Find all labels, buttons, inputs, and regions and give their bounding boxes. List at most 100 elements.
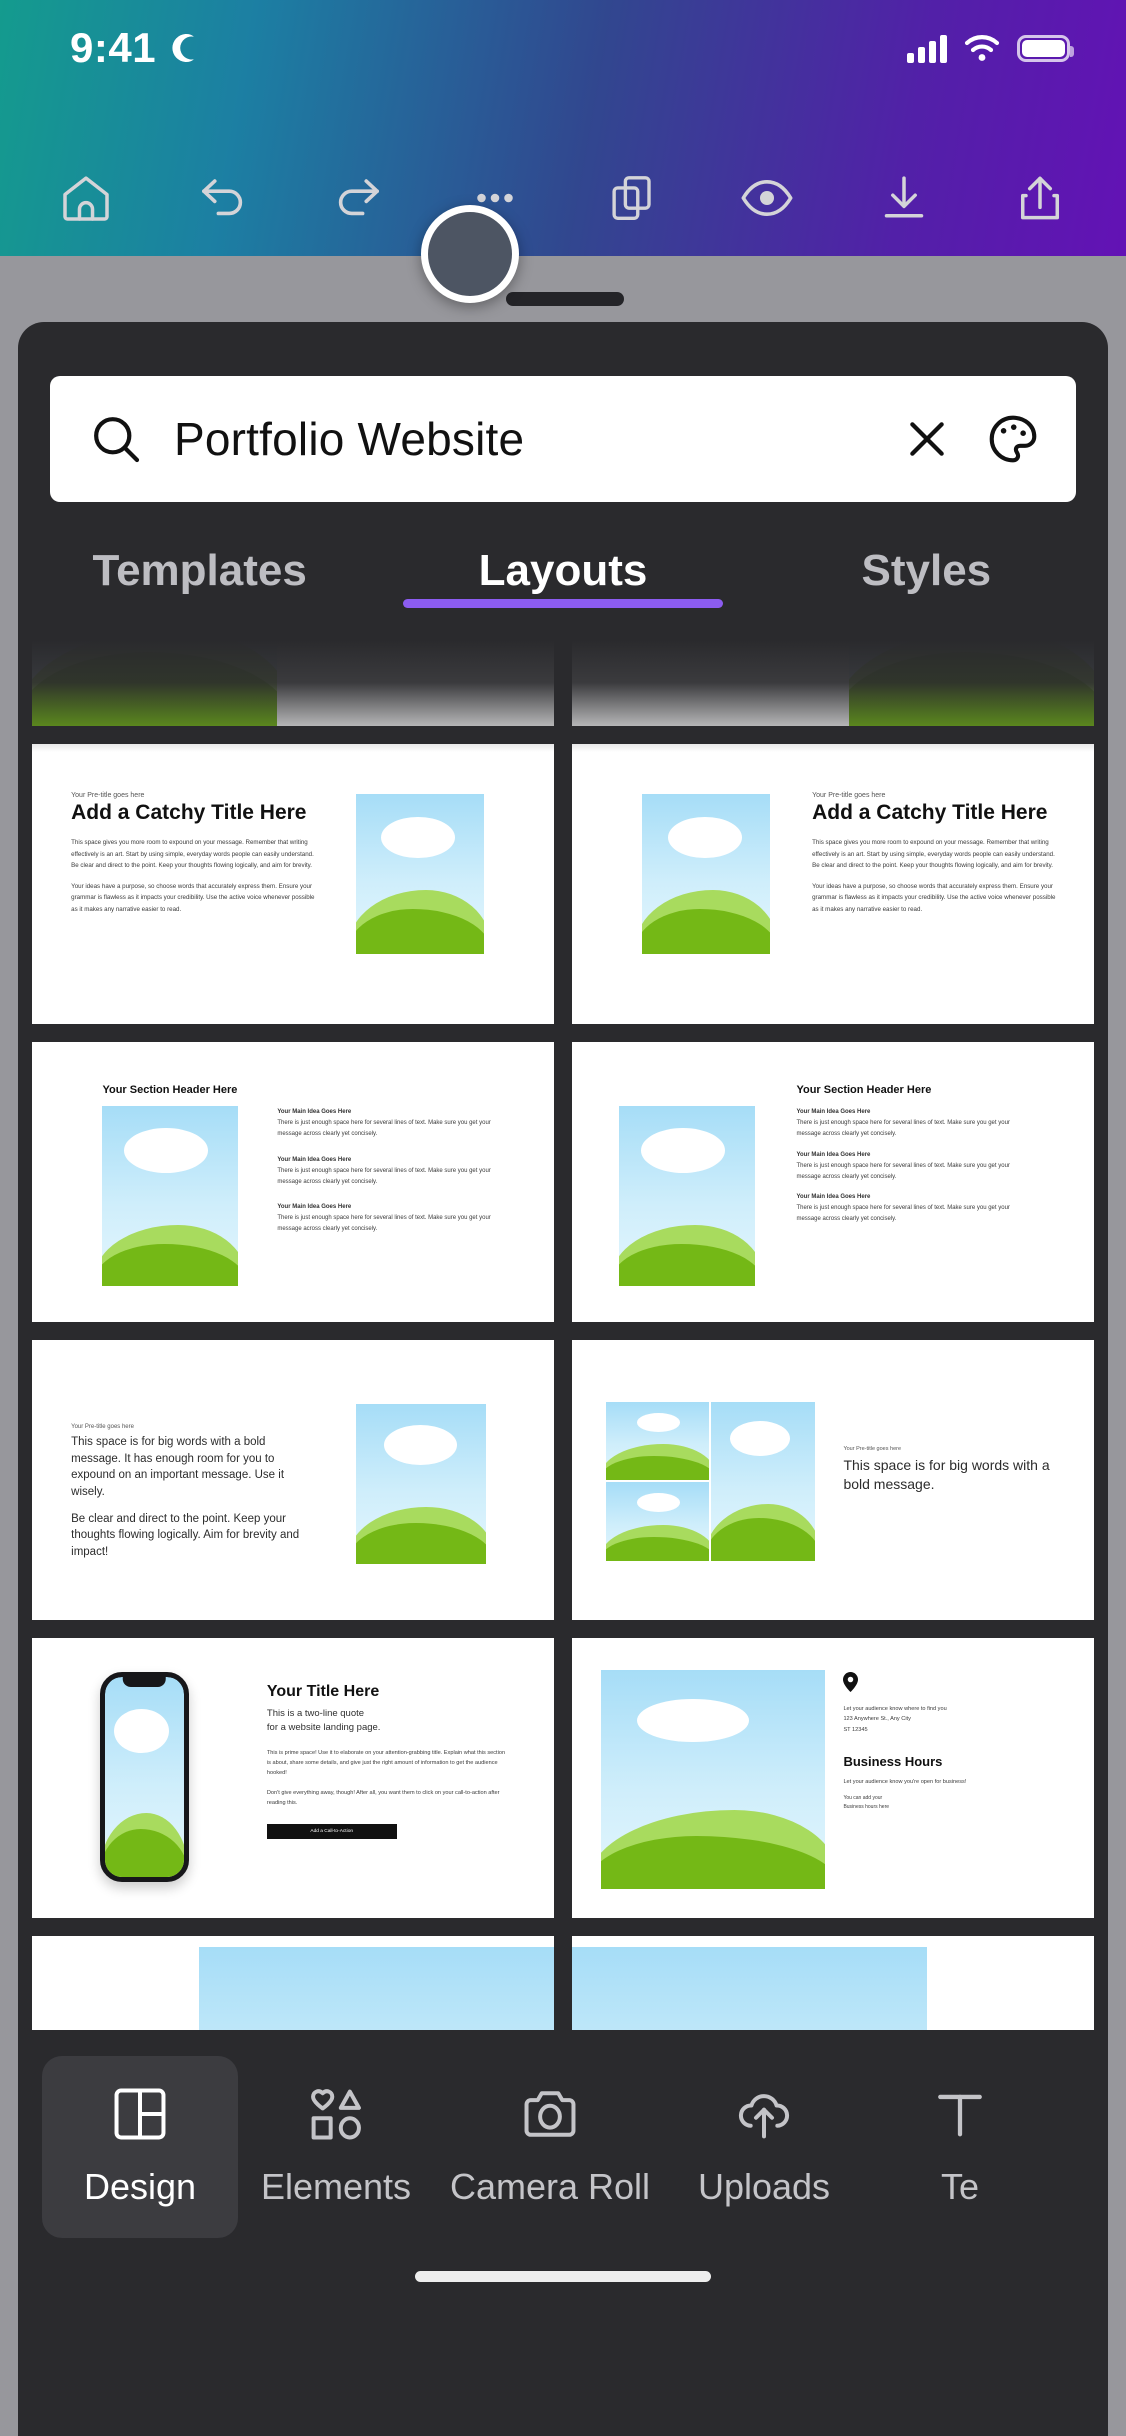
template-title: Your Title Here — [266, 1682, 380, 1700]
layouts-grid-scroll[interactable]: Short Caption Details go here Short Capt… — [18, 640, 1108, 2030]
tab-templates-label: Templates — [92, 546, 307, 595]
touch-cursor-indicator — [421, 205, 519, 303]
nav-item-elements[interactable]: Elements — [238, 2056, 434, 2238]
editor-toolbar — [0, 150, 1126, 246]
template-quote-line: This is a two-line quote — [266, 1708, 365, 1720]
crescent-moon-icon — [169, 33, 199, 63]
nav-item-text-label: Te — [940, 2166, 980, 2207]
template-title: This space is for big words with a bold … — [843, 1457, 1050, 1492]
status-bar-right — [907, 33, 1074, 63]
cellular-signal-icon — [907, 33, 947, 63]
design-panel: Portfolio Website Templates Layouts Styl… — [18, 322, 1108, 2436]
template-subhead: Your Main Idea Goes Here — [277, 1156, 352, 1163]
share-button[interactable] — [996, 154, 1084, 242]
template-header: Your Section Header Here — [102, 1084, 238, 1096]
template-card[interactable]: Your Pre-title goes here This space is f… — [572, 1340, 1094, 1620]
search-icon — [88, 411, 144, 467]
template-paragraph: This is prime space! Use it to elaborate… — [266, 1749, 506, 1777]
template-paragraph: Don't give everything away, though! Afte… — [266, 1789, 500, 1806]
color-palette-icon — [989, 415, 1037, 463]
template-address-line: 123 Anywhere St., Any City — [843, 1716, 911, 1723]
template-quote-line: for a website landing page. — [266, 1721, 381, 1733]
tab-layouts-label: Layouts — [478, 546, 648, 595]
template-title: Add a Catchy Title Here — [812, 800, 1048, 824]
home-button[interactable] — [42, 154, 130, 242]
template-cta-button: Add a Call-to-Action — [266, 1824, 397, 1840]
template-card[interactable] — [572, 1936, 1094, 2030]
search-bar-container: Portfolio Website — [50, 376, 1076, 502]
template-paragraph: Your ideas have a purpose, so choose wor… — [71, 882, 315, 913]
download-button[interactable] — [860, 154, 948, 242]
layouts-grid: Short Caption Details go here Short Capt… — [32, 640, 1094, 2030]
template-hours-sub: Let your audience know you're open for b… — [843, 1778, 967, 1785]
tab-layouts[interactable]: Layouts — [381, 540, 744, 608]
nav-item-uploads[interactable]: Uploads — [666, 2056, 862, 2238]
template-card[interactable]: Short Caption Details go here — [32, 640, 554, 726]
wifi-icon — [964, 35, 1000, 61]
template-card[interactable]: Your Section Header Here Your Main Idea … — [572, 1042, 1094, 1322]
template-cta-label: Add a Call-to-Action — [310, 1829, 354, 1835]
close-x-icon — [910, 422, 944, 456]
eye-icon — [741, 179, 793, 217]
template-block-text: There is just enough space here for seve… — [796, 1162, 1010, 1180]
search-bar[interactable]: Portfolio Website — [50, 376, 1076, 502]
phone-notch — [122, 1676, 166, 1687]
template-card[interactable]: Let your audience know where to find you… — [572, 1638, 1094, 1918]
tab-styles-label: Styles — [861, 546, 992, 595]
template-title: Add a Catchy Title Here — [71, 800, 307, 824]
template-subhead: Your Main Idea Goes Here — [796, 1151, 871, 1158]
redo-icon — [338, 179, 379, 216]
template-paragraph: Your ideas have a purpose, so choose wor… — [812, 882, 1056, 913]
template-block-text: There is just enough space here for seve… — [277, 1215, 491, 1233]
template-subhead: Your Main Idea Goes Here — [277, 1109, 352, 1116]
tab-templates[interactable]: Templates — [18, 540, 381, 596]
template-address-line: Let your audience know where to find you — [843, 1705, 947, 1712]
template-card[interactable]: Your Pre-title goes here This space is f… — [32, 1340, 554, 1620]
location-pin-icon — [843, 1671, 859, 1692]
template-pretitle: Your Pre-title goes here — [843, 1446, 902, 1453]
nav-item-camera-roll[interactable]: Camera Roll — [434, 2056, 666, 2238]
template-card[interactable] — [32, 1936, 554, 2030]
clear-search-button[interactable] — [900, 412, 954, 466]
template-paragraph: Be clear and direct to the point. Keep y… — [71, 1512, 300, 1559]
template-card[interactable]: Short Caption Details go here — [572, 640, 1094, 726]
bottom-nav-row: Design Elements Camera Roll Uploads Te — [18, 2038, 1108, 2238]
template-block-text: There is just enough space here for seve… — [277, 1120, 491, 1137]
nav-item-design-label: Design — [83, 2166, 197, 2207]
redo-button[interactable] — [315, 154, 403, 242]
status-time: 9:41 — [70, 24, 157, 71]
text-icon — [938, 2094, 982, 2137]
nav-item-design[interactable]: Design — [42, 2056, 238, 2238]
home-icon — [63, 176, 109, 221]
template-paragraph: This space is for big words with a bold … — [71, 1436, 285, 1499]
category-tabs: Templates Layouts Styles — [18, 540, 1108, 640]
template-paragraph: This space gives you more room to expoun… — [812, 839, 1055, 870]
template-hours-header: Business Hours — [843, 1754, 943, 1770]
template-card[interactable]: Your Section Header Here Your Main Idea … — [32, 1042, 554, 1322]
layout-panel-icon — [114, 2088, 166, 2140]
template-card[interactable]: Your Pre-title goes here Add a Catchy Ti… — [32, 744, 554, 1024]
battery-icon — [1017, 34, 1074, 62]
home-indicator — [415, 2271, 711, 2282]
tab-styles[interactable]: Styles — [745, 540, 1108, 596]
template-block-text: There is just enough space here for seve… — [277, 1167, 491, 1185]
nav-item-text[interactable]: Te — [862, 2056, 1058, 2238]
template-subhead: Your Main Idea Goes Here — [796, 1109, 871, 1116]
pages-button[interactable] — [587, 154, 675, 242]
template-card[interactable]: Your Pre-title goes here Add a Catchy Ti… — [572, 744, 1094, 1024]
search-input[interactable]: Portfolio Website — [174, 412, 870, 466]
bottom-navigation: Design Elements Camera Roll Uploads Te — [18, 2038, 1108, 2308]
template-card[interactable]: Your Title Here This is a two-line quote… — [32, 1638, 554, 1918]
template-pretitle: Your Pre-title goes here — [812, 791, 886, 799]
preview-button[interactable] — [723, 154, 811, 242]
sheet-grabber[interactable] — [506, 292, 624, 306]
phone-mockup — [99, 1671, 189, 1882]
undo-button[interactable] — [178, 154, 266, 242]
nav-item-elements-label: Elements — [260, 2166, 412, 2207]
camera-icon — [524, 2091, 576, 2137]
nav-item-uploads-label: Uploads — [697, 2166, 831, 2207]
template-address-line: ST 12345 — [843, 1726, 868, 1733]
template-block-text: There is just enough space here for seve… — [796, 1120, 1010, 1137]
template-subhead: Your Main Idea Goes Here — [277, 1204, 352, 1211]
color-palette-button[interactable] — [984, 410, 1042, 468]
